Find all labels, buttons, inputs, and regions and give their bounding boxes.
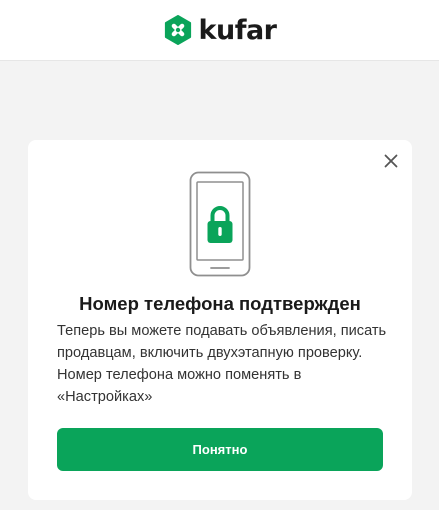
close-icon [384, 154, 398, 168]
phone-lock-icon [189, 171, 251, 277]
logo-text: kufar [198, 14, 277, 46]
header: kufar [0, 0, 439, 61]
kufar-logo-icon [164, 15, 191, 45]
dialog-title: Номер телефона подтвержден [79, 293, 361, 314]
close-button[interactable] [383, 153, 399, 169]
kufar-logo[interactable]: kufar [163, 15, 277, 45]
phone-confirmed-dialog: Номер телефона подтвержден Теперь вы мож… [28, 140, 412, 500]
dialog-description: Теперь вы можете подавать объявления, пи… [57, 323, 387, 405]
phone-lock-illustration [189, 171, 251, 277]
ok-button[interactable]: Понятно [57, 428, 383, 471]
